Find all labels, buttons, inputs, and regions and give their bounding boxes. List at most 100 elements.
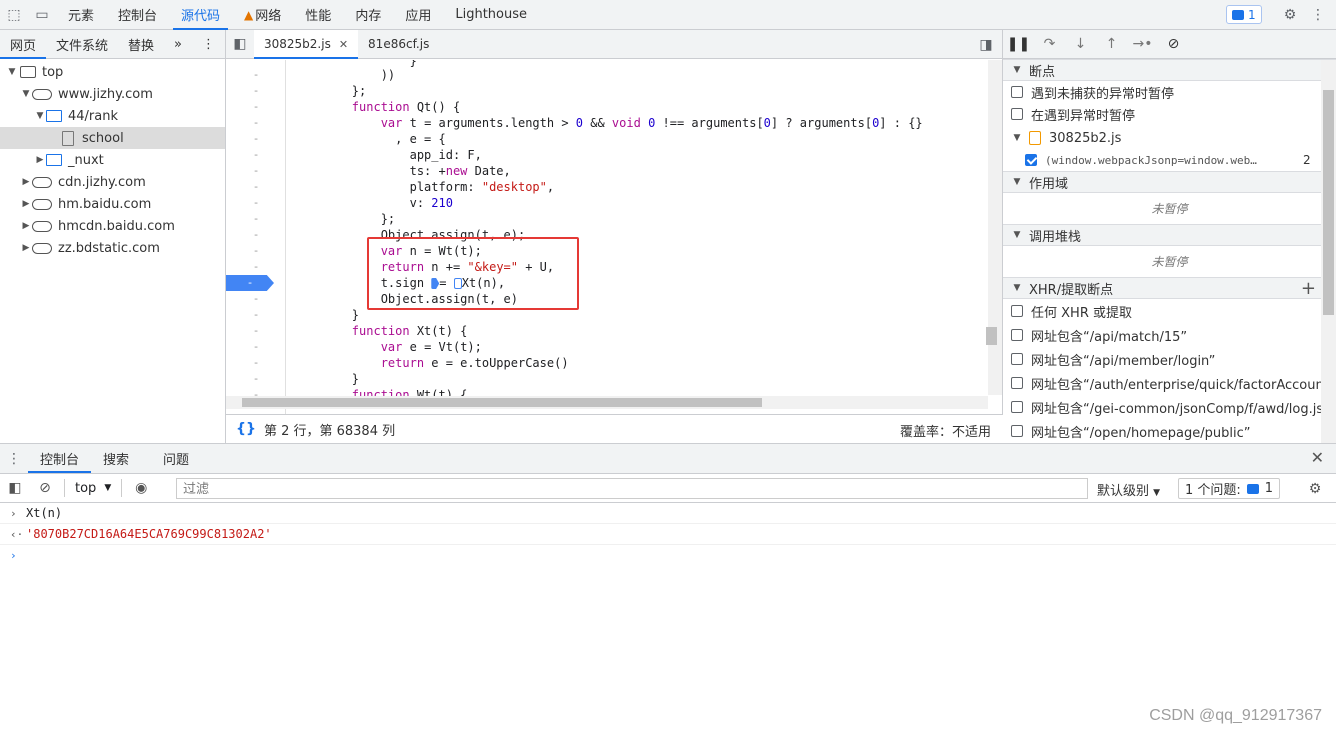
gutter-mark[interactable]: - bbox=[226, 339, 286, 355]
xhr-item[interactable]: 网址包含“/auth/enterprise/quick/factorAccoun… bbox=[1003, 371, 1336, 395]
checkbox[interactable] bbox=[1011, 329, 1023, 341]
checkbox[interactable] bbox=[1011, 86, 1023, 98]
context-selector[interactable]: top ▼ bbox=[69, 481, 117, 496]
collapse-arrow-icon[interactable]: ▶ bbox=[20, 177, 32, 187]
tree-item-domain[interactable]: ▼ www.jizhy.com bbox=[0, 83, 225, 105]
tab-application[interactable]: 应用 bbox=[393, 0, 443, 30]
section-xhr-breakpoints[interactable]: ▼ XHR/提取断点 + bbox=[1003, 277, 1336, 299]
gutter-mark[interactable]: - bbox=[226, 307, 286, 323]
drawer-tab-console[interactable]: 控制台 bbox=[28, 444, 92, 473]
debugger-scroll-thumb[interactable] bbox=[1323, 90, 1334, 315]
gutter-mark[interactable]: - bbox=[226, 355, 286, 371]
toggle-debugger-icon[interactable]: ◨ bbox=[972, 30, 1000, 60]
gutter-mark[interactable]: - bbox=[226, 163, 286, 179]
xhr-item[interactable]: 网址包含“/api/match/15” bbox=[1003, 323, 1336, 347]
gutter-mark[interactable]: - bbox=[226, 115, 286, 131]
tree-item-file[interactable]: school bbox=[0, 127, 225, 149]
gutter-mark[interactable]: - bbox=[226, 259, 286, 275]
expand-arrow-icon[interactable]: ▼ bbox=[34, 111, 46, 121]
code-view[interactable]: --------------------- } )) }; function Q… bbox=[226, 60, 988, 425]
execution-line-marker[interactable]: - bbox=[226, 275, 274, 291]
tab-elements[interactable]: 元素 bbox=[56, 0, 106, 30]
line-gutter[interactable]: --------------------- bbox=[226, 60, 286, 425]
tab-sources[interactable]: 源代码 bbox=[169, 0, 232, 30]
xhr-item[interactable]: 任何 XHR 或提取 bbox=[1003, 299, 1336, 323]
checkbox[interactable] bbox=[1011, 377, 1023, 389]
step-icon[interactable]: →• bbox=[1127, 30, 1158, 59]
section-breakpoints[interactable]: ▼ 断点 bbox=[1003, 59, 1336, 81]
tree-item-domain[interactable]: ▶ hmcdn.baidu.com bbox=[0, 215, 225, 237]
gutter-mark[interactable]: - bbox=[226, 371, 286, 387]
issues-badge[interactable]: 1 bbox=[1226, 5, 1262, 24]
tab-memory[interactable]: 内存 bbox=[343, 0, 393, 30]
tree-item-domain[interactable]: ▶ zz.bdstatic.com bbox=[0, 237, 225, 259]
editor-vertical-scroll-thumb[interactable] bbox=[986, 327, 997, 345]
tree-item-domain[interactable]: ▶ hm.baidu.com bbox=[0, 193, 225, 215]
step-out-icon[interactable]: ↑ bbox=[1096, 30, 1127, 59]
nav-tab-page[interactable]: 网页 bbox=[0, 30, 47, 59]
resume-icon[interactable]: ❚❚ bbox=[1003, 30, 1034, 59]
filter-input[interactable] bbox=[176, 478, 1088, 499]
nav-tab-filesystem[interactable]: 文件系统 bbox=[46, 30, 118, 59]
expand-arrow-icon[interactable]: ▼ bbox=[6, 67, 18, 77]
tab-lighthouse[interactable]: Lighthouse bbox=[443, 0, 539, 30]
device-toolbar-icon[interactable]: ▭ bbox=[28, 0, 56, 30]
expand-arrow-icon[interactable]: ▼ bbox=[20, 89, 32, 99]
gutter-mark[interactable]: - bbox=[226, 323, 286, 339]
gutter-mark[interactable]: - bbox=[226, 227, 286, 243]
log-level-select[interactable]: 默认级别 ▼ bbox=[1097, 480, 1160, 499]
toggle-navigator-icon[interactable]: ◧ bbox=[226, 29, 254, 59]
checkbox[interactable] bbox=[1011, 305, 1023, 317]
tree-item-folder[interactable]: ▶ _nuxt bbox=[0, 149, 225, 171]
gutter-mark[interactable]: - bbox=[226, 179, 286, 195]
show-sidebar-icon[interactable]: ◧ bbox=[0, 474, 30, 503]
drawer-tab-search[interactable]: 搜索 bbox=[91, 444, 141, 473]
gutter-mark[interactable]: - bbox=[226, 211, 286, 227]
editor-tab-active[interactable]: 30825b2.js ✕ bbox=[254, 29, 359, 59]
editor-tab[interactable]: 81e86cf.js bbox=[358, 30, 439, 59]
collapse-arrow-icon[interactable]: ▶ bbox=[20, 243, 32, 253]
more-tabs-icon[interactable]: » bbox=[164, 30, 192, 59]
checkbox[interactable] bbox=[1011, 401, 1023, 413]
gutter-mark[interactable]: - bbox=[226, 99, 286, 115]
close-icon[interactable]: ✕ bbox=[339, 38, 348, 51]
close-icon[interactable]: ✕ bbox=[1311, 448, 1324, 467]
pretty-print-icon[interactable]: {} bbox=[236, 421, 256, 437]
add-xhr-breakpoint-icon[interactable]: + bbox=[1301, 278, 1316, 300]
tab-performance[interactable]: 性能 bbox=[293, 0, 343, 30]
deactivate-breakpoints-icon[interactable]: ⊘ bbox=[1158, 30, 1189, 59]
gutter-mark[interactable]: - bbox=[226, 147, 286, 163]
live-expression-eye-icon[interactable]: ◉ bbox=[126, 474, 156, 503]
nav-tab-overrides[interactable]: 替换 bbox=[118, 30, 164, 59]
checkbox[interactable] bbox=[1011, 425, 1023, 437]
gutter-mark[interactable]: - bbox=[226, 83, 286, 99]
checkbox[interactable] bbox=[1011, 353, 1023, 365]
pause-caught-option[interactable]: 在遇到异常时暂停 bbox=[1003, 103, 1336, 125]
tree-item-top[interactable]: ▼ top bbox=[0, 61, 225, 83]
collapse-arrow-icon[interactable]: ▶ bbox=[20, 221, 32, 231]
tree-item-folder[interactable]: ▼ 44/rank bbox=[0, 105, 225, 127]
drawer-tab-issues[interactable]: 问题 bbox=[151, 444, 201, 473]
tab-network[interactable]: ▲ 网络 bbox=[232, 0, 293, 30]
gutter-mark[interactable]: - bbox=[226, 291, 286, 307]
gutter-mark[interactable]: - bbox=[226, 243, 286, 259]
gutter-mark[interactable]: - bbox=[226, 195, 286, 211]
step-into-icon[interactable]: ↓ bbox=[1065, 30, 1096, 59]
expand-arrow-icon[interactable]: ▼ bbox=[1011, 133, 1023, 143]
console-prompt[interactable]: › bbox=[0, 545, 1336, 566]
xhr-item[interactable]: 网址包含“/api/member/login” bbox=[1003, 347, 1336, 371]
breakpoint-entry[interactable]: (window.webpackJsonp=window.web… 2 bbox=[1003, 149, 1336, 171]
collapse-arrow-icon[interactable]: ▶ bbox=[20, 199, 32, 209]
settings-gear-icon[interactable]: ⚙ bbox=[1276, 0, 1304, 30]
gutter-mark[interactable]: - bbox=[226, 131, 286, 147]
drawer-menu-icon[interactable]: ⋮ bbox=[0, 444, 28, 474]
xhr-item[interactable]: 网址包含“/open/homepage/public” bbox=[1003, 419, 1336, 443]
xhr-item[interactable]: 网址包含“/gei-common/jsonComp/f/awd/log.js… bbox=[1003, 395, 1336, 419]
breakpoint-file[interactable]: ▼ 30825b2.js bbox=[1003, 127, 1336, 149]
clear-console-icon[interactable]: ⊘ bbox=[30, 474, 60, 503]
console-output[interactable]: › Xt(n) ‹· '8070B27CD16A64E5CA769C99C813… bbox=[0, 503, 1336, 733]
tab-console[interactable]: 控制台 bbox=[106, 0, 169, 30]
section-callstack[interactable]: ▼ 调用堆栈 bbox=[1003, 224, 1336, 246]
collapse-arrow-icon[interactable]: ▶ bbox=[34, 155, 46, 165]
gutter-mark[interactable]: - bbox=[226, 67, 286, 83]
